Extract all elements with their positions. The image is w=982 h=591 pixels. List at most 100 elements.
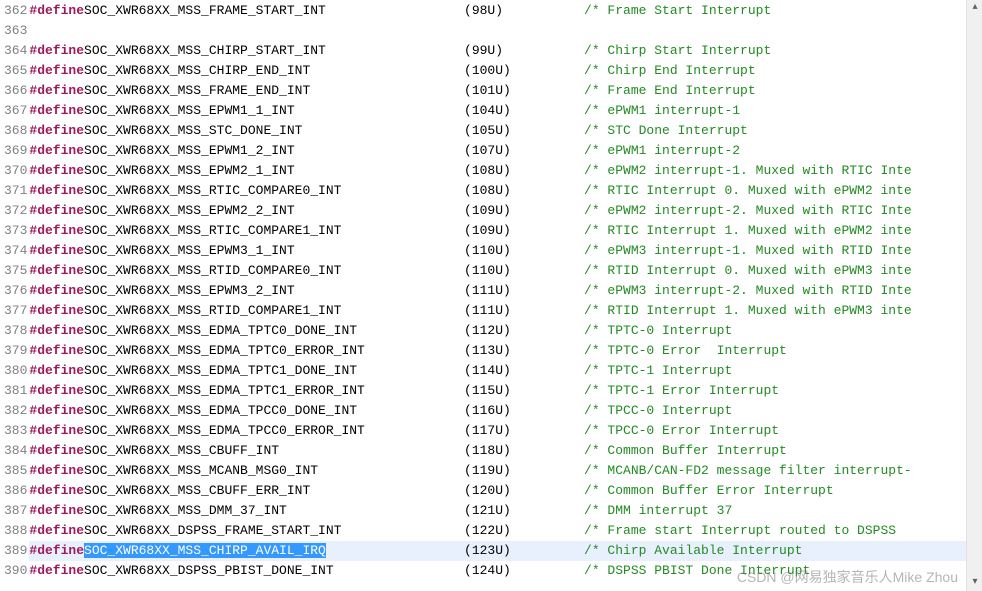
code-line[interactable]: #define SOC_XWR68XX_MSS_EPWM3_2_INT(111U… (29, 281, 982, 301)
macro-name[interactable]: SOC_XWR68XX_MSS_RTID_COMPARE0_INT (84, 263, 341, 278)
macro-value: (116U) (464, 403, 511, 418)
macro-name[interactable]: SOC_XWR68XX_MSS_EPWM2_1_INT (84, 163, 295, 178)
macro-name[interactable]: SOC_XWR68XX_MSS_RTID_COMPARE1_INT (84, 303, 341, 318)
line-number: 367 (4, 101, 27, 121)
comment: /* ePWM3 interrupt-2. Muxed with RTID In… (584, 281, 912, 301)
macro-name[interactable]: SOC_XWR68XX_MSS_EDMA_TPTC0_ERROR_INT (84, 343, 365, 358)
macro-name[interactable]: SOC_XWR68XX_MSS_MCANB_MSG0_INT (84, 463, 318, 478)
comment: /* RTIC Interrupt 0. Muxed with ePWM2 in… (584, 181, 912, 201)
macro-value: (117U) (464, 423, 511, 438)
line-number: 369 (4, 141, 27, 161)
code-line[interactable]: #define SOC_XWR68XX_MSS_EPWM1_2_INT(107U… (29, 141, 982, 161)
macro-name[interactable]: SOC_XWR68XX_MSS_EPWM1_2_INT (84, 143, 295, 158)
preprocessor-keyword: #define (29, 541, 84, 561)
line-number: 362 (4, 1, 27, 21)
preprocessor-keyword: #define (29, 521, 84, 541)
line-number: 387 (4, 501, 27, 521)
macro-name[interactable]: SOC_XWR68XX_DSPSS_PBIST_DONE_INT (84, 563, 334, 578)
preprocessor-keyword: #define (29, 301, 84, 321)
code-line[interactable]: #define SOC_XWR68XX_MSS_EPWM2_1_INT(108U… (29, 161, 982, 181)
code-line[interactable]: #define SOC_XWR68XX_DSPSS_PBIST_DONE_INT… (29, 561, 982, 581)
macro-name[interactable]: SOC_XWR68XX_MSS_CHIRP_START_INT (84, 43, 326, 58)
comment: /* TPTC-1 Error Interrupt (584, 381, 779, 401)
macro-value: (120U) (464, 483, 511, 498)
comment: /* RTID Interrupt 1. Muxed with ePWM3 in… (584, 301, 912, 321)
preprocessor-keyword: #define (29, 261, 84, 281)
line-number: 382 (4, 401, 27, 421)
code-editor[interactable]: 3623633643653663673683693703713723733743… (0, 0, 982, 591)
macro-name[interactable]: SOC_XWR68XX_MSS_CBUFF_ERR_INT (84, 483, 310, 498)
code-line[interactable]: #define SOC_XWR68XX_MSS_RTID_COMPARE1_IN… (29, 301, 982, 321)
code-line[interactable]: #define SOC_XWR68XX_MSS_EDMA_TPCC0_ERROR… (29, 421, 982, 441)
macro-name[interactable]: SOC_XWR68XX_MSS_EDMA_TPTC1_ERROR_INT (84, 383, 365, 398)
preprocessor-keyword: #define (29, 181, 84, 201)
code-line[interactable]: #define SOC_XWR68XX_MSS_EDMA_TPTC1_ERROR… (29, 381, 982, 401)
preprocessor-keyword: #define (29, 101, 84, 121)
code-line[interactable]: #define SOC_XWR68XX_MSS_MCANB_MSG0_INT(1… (29, 461, 982, 481)
line-number: 363 (4, 21, 27, 41)
code-line[interactable]: #define SOC_XWR68XX_MSS_STC_DONE_INT(105… (29, 121, 982, 141)
code-line[interactable]: #define SOC_XWR68XX_MSS_RTIC_COMPARE1_IN… (29, 221, 982, 241)
macro-value: (99U) (464, 43, 503, 58)
code-line[interactable]: #define SOC_XWR68XX_MSS_DMM_37_INT(121U)… (29, 501, 982, 521)
code-line[interactable]: #define SOC_XWR68XX_MSS_EDMA_TPCC0_DONE_… (29, 401, 982, 421)
macro-name[interactable]: SOC_XWR68XX_MSS_EDMA_TPTC0_DONE_INT (84, 323, 357, 338)
macro-name[interactable]: SOC_XWR68XX_MSS_EDMA_TPTC1_DONE_INT (84, 363, 357, 378)
macro-name[interactable]: SOC_XWR68XX_MSS_FRAME_END_INT (84, 83, 310, 98)
comment: /* Frame End Interrupt (584, 81, 756, 101)
code-line[interactable]: #define SOC_XWR68XX_MSS_CHIRP_END_INT(10… (29, 61, 982, 81)
macro-value: (119U) (464, 463, 511, 478)
macro-value: (118U) (464, 443, 511, 458)
macro-name[interactable]: SOC_XWR68XX_DSPSS_FRAME_START_INT (84, 523, 341, 538)
macro-name[interactable]: SOC_XWR68XX_MSS_EPWM3_2_INT (84, 283, 295, 298)
macro-name[interactable]: SOC_XWR68XX_MSS_CHIRP_END_INT (84, 63, 310, 78)
line-number: 376 (4, 281, 27, 301)
preprocessor-keyword: #define (29, 161, 84, 181)
code-line[interactable]: #define SOC_XWR68XX_MSS_EDMA_TPTC0_ERROR… (29, 341, 982, 361)
macro-name[interactable]: SOC_XWR68XX_MSS_EPWM1_1_INT (84, 103, 295, 118)
preprocessor-keyword: #define (29, 41, 84, 61)
macro-value: (111U) (464, 303, 511, 318)
code-line[interactable]: #define SOC_XWR68XX_MSS_EPWM1_1_INT(104U… (29, 101, 982, 121)
code-line[interactable]: #define SOC_XWR68XX_MSS_EPWM3_1_INT(110U… (29, 241, 982, 261)
code-line[interactable]: #define SOC_XWR68XX_MSS_CHIRP_START_INT (… (29, 41, 982, 61)
comment: /* DSPSS PBIST Done Interrupt (584, 561, 810, 581)
preprocessor-keyword: #define (29, 121, 84, 141)
code-line[interactable]: #define SOC_XWR68XX_MSS_EDMA_TPTC0_DONE_… (29, 321, 982, 341)
scroll-up-button[interactable]: ▴ (967, 0, 982, 16)
macro-name[interactable]: SOC_XWR68XX_MSS_EPWM2_2_INT (84, 203, 295, 218)
macro-name[interactable]: SOC_XWR68XX_MSS_EPWM3_1_INT (84, 243, 295, 258)
line-number: 389 (4, 541, 27, 561)
code-line[interactable]: #define SOC_XWR68XX_MSS_EDMA_TPTC1_DONE_… (29, 361, 982, 381)
macro-name[interactable]: SOC_XWR68XX_MSS_FRAME_START_INT (84, 3, 326, 18)
code-line[interactable]: #define SOC_XWR68XX_DSPSS_FRAME_START_IN… (29, 521, 982, 541)
macro-name[interactable]: SOC_XWR68XX_MSS_DMM_37_INT (84, 503, 287, 518)
macro-name[interactable]: SOC_XWR68XX_MSS_EDMA_TPCC0_ERROR_INT (84, 423, 365, 438)
line-number: 390 (4, 561, 27, 581)
code-line[interactable]: #define SOC_XWR68XX_MSS_CBUFF_ERR_INT(12… (29, 481, 982, 501)
macro-name[interactable]: SOC_XWR68XX_MSS_RTIC_COMPARE0_INT (84, 183, 341, 198)
macro-name[interactable]: SOC_XWR68XX_MSS_CBUFF_INT (84, 443, 279, 458)
comment: /* Frame start Interrupt routed to DSPSS (584, 521, 896, 541)
code-line[interactable]: #define SOC_XWR68XX_MSS_FRAME_START_INT(… (29, 1, 982, 21)
code-line[interactable]: #define SOC_XWR68XX_MSS_CHIRP_AVAIL_IRQ(… (29, 541, 982, 561)
code-line[interactable]: #define SOC_XWR68XX_MSS_RTID_COMPARE0_IN… (29, 261, 982, 281)
vertical-scrollbar[interactable]: ▴ ▾ (966, 0, 982, 591)
comment: /* TPTC-1 Interrupt (584, 361, 732, 381)
scroll-down-button[interactable]: ▾ (967, 575, 982, 591)
code-line[interactable]: #define SOC_XWR68XX_MSS_RTIC_COMPARE0_IN… (29, 181, 982, 201)
comment: /* Frame Start Interrupt (584, 1, 771, 21)
macro-name[interactable]: SOC_XWR68XX_MSS_RTIC_COMPARE1_INT (84, 223, 341, 238)
code-line[interactable]: #define SOC_XWR68XX_MSS_CBUFF_INT(118U)/… (29, 441, 982, 461)
code-line[interactable]: #define SOC_XWR68XX_MSS_EPWM2_2_INT(109U… (29, 201, 982, 221)
comment: /* Chirp Available Interrupt (584, 541, 802, 561)
macro-name[interactable]: SOC_XWR68XX_MSS_CHIRP_AVAIL_IRQ (84, 543, 326, 558)
line-number: 368 (4, 121, 27, 141)
code-line[interactable] (29, 21, 982, 41)
preprocessor-keyword: #define (29, 441, 84, 461)
code-area[interactable]: #define SOC_XWR68XX_MSS_FRAME_START_INT (… (29, 0, 982, 591)
macro-name[interactable]: SOC_XWR68XX_MSS_EDMA_TPCC0_DONE_INT (84, 403, 357, 418)
comment: /* Common Buffer Error Interrupt (584, 481, 834, 501)
macro-name[interactable]: SOC_XWR68XX_MSS_STC_DONE_INT (84, 123, 302, 138)
code-line[interactable]: #define SOC_XWR68XX_MSS_FRAME_END_INT(10… (29, 81, 982, 101)
